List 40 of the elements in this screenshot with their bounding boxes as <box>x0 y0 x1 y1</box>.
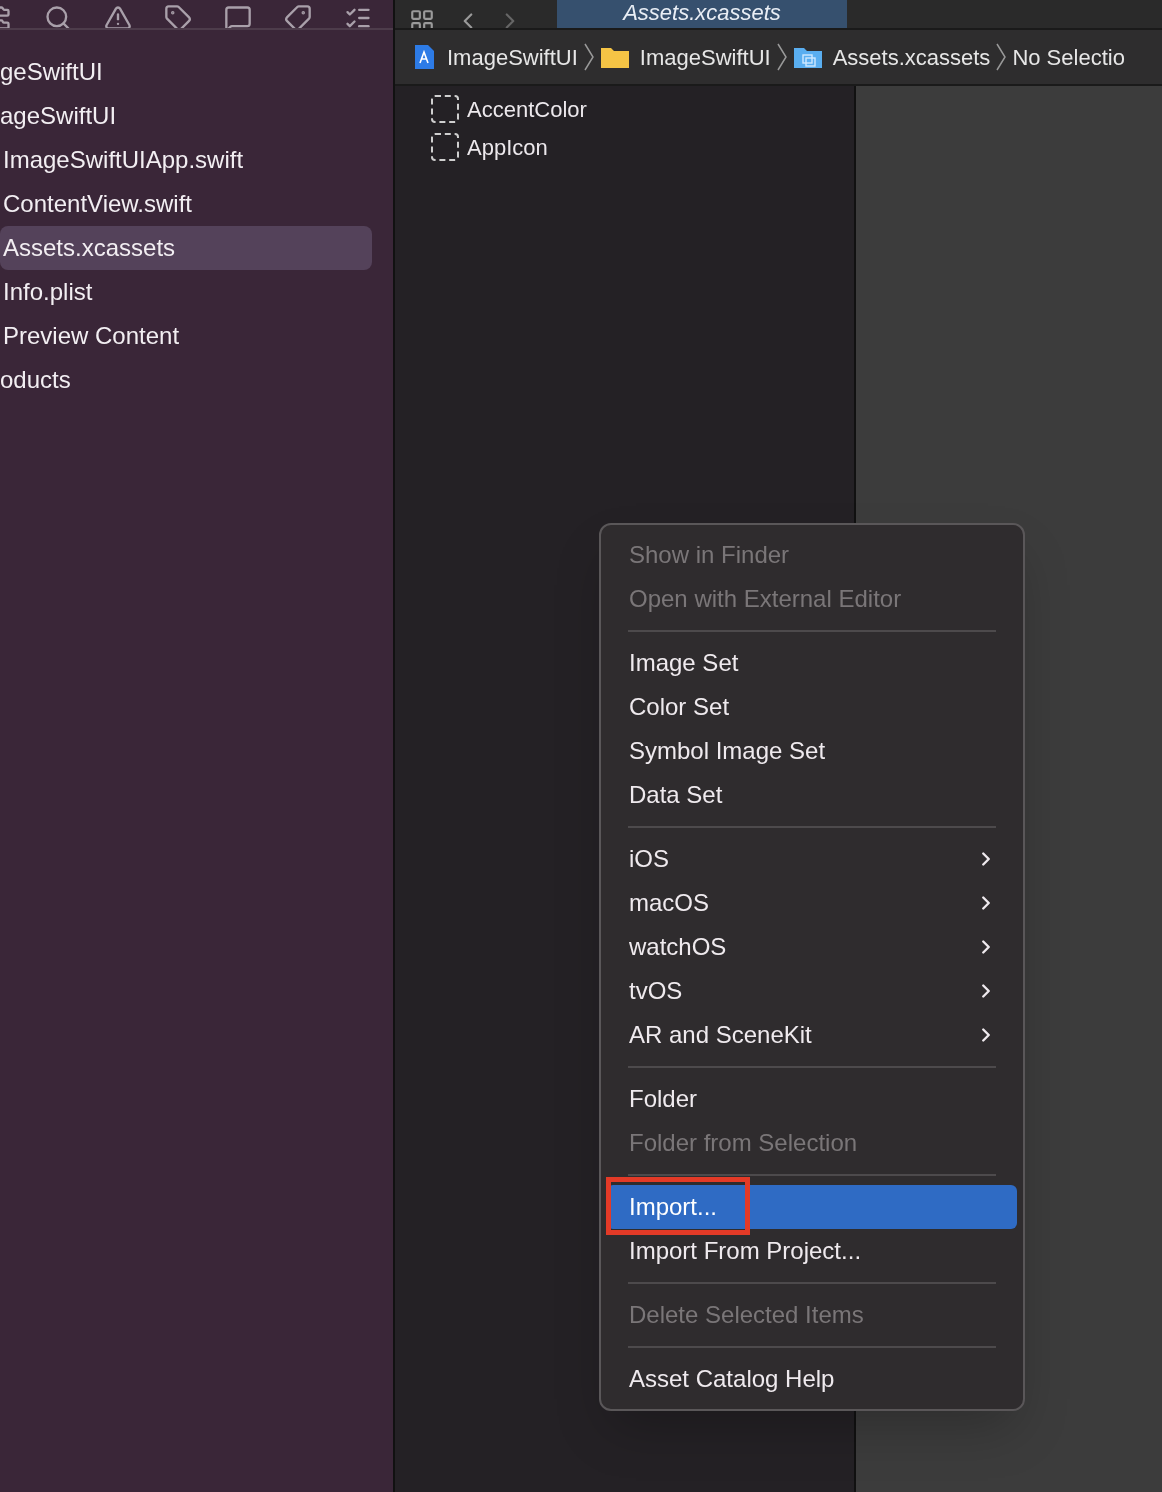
menu-item[interactable]: Color Set <box>607 685 1017 729</box>
menu-item[interactable]: macOS <box>607 881 1017 925</box>
search-icon[interactable] <box>44 4 72 28</box>
chevron-separator-icon <box>776 43 787 71</box>
breadcrumb-item[interactable]: Assets.xcassets <box>832 40 991 74</box>
folder-icon <box>599 45 630 69</box>
asset-item[interactable]: AccentColor <box>467 92 587 126</box>
breadcrumb-item[interactable]: ImageSwiftUI <box>447 40 578 74</box>
chevron-separator-icon <box>583 43 594 71</box>
menu-item[interactable]: Asset Catalog Help <box>607 1357 1017 1401</box>
app-file-icon <box>413 44 435 70</box>
file-tree-item[interactable]: oducts <box>0 358 372 402</box>
breadcrumb-item[interactable]: ImageSwiftUI <box>639 40 771 74</box>
chevron-separator-icon <box>996 43 1007 71</box>
menu-item[interactable]: iOS <box>607 837 1017 881</box>
warning-icon[interactable] <box>104 4 132 28</box>
menu-item[interactable]: Folder <box>607 1077 1017 1121</box>
folder-icon <box>792 45 823 69</box>
file-tree-item[interactable]: ageSwiftUI <box>0 94 372 138</box>
menu-item[interactable]: AR and SceneKit <box>607 1013 1017 1057</box>
file-tree-item[interactable]: geSwiftUI <box>0 50 372 94</box>
file-tree-item[interactable]: ContentView.swift <box>0 182 372 226</box>
menu-item[interactable]: Data Set <box>607 773 1017 817</box>
file-tree-item[interactable]: ImageSwiftUIApp.swift <box>0 138 372 182</box>
editor-tab[interactable]: Assets.xcassets <box>557 0 847 28</box>
file-tree-item[interactable]: Info.plist <box>0 270 372 314</box>
file-tree-item[interactable]: Preview Content <box>0 314 372 358</box>
empty-asset-icon <box>431 133 459 161</box>
message-icon[interactable] <box>224 4 252 28</box>
menu-item[interactable]: Image Set <box>607 641 1017 685</box>
menu-item[interactable]: tvOS <box>607 969 1017 1013</box>
menu-item[interactable]: Import From Project... <box>607 1229 1017 1273</box>
asset-item[interactable]: AppIcon <box>467 130 548 164</box>
breadcrumb-item[interactable]: No Selectio <box>1012 40 1125 74</box>
file-tree-item[interactable]: Assets.xcassets <box>0 226 372 270</box>
grid-icon[interactable] <box>409 8 435 28</box>
empty-asset-icon <box>431 95 459 123</box>
tag-icon[interactable] <box>164 4 192 28</box>
menu-item[interactable]: Symbol Image Set <box>607 729 1017 773</box>
menu-item[interactable]: watchOS <box>607 925 1017 969</box>
